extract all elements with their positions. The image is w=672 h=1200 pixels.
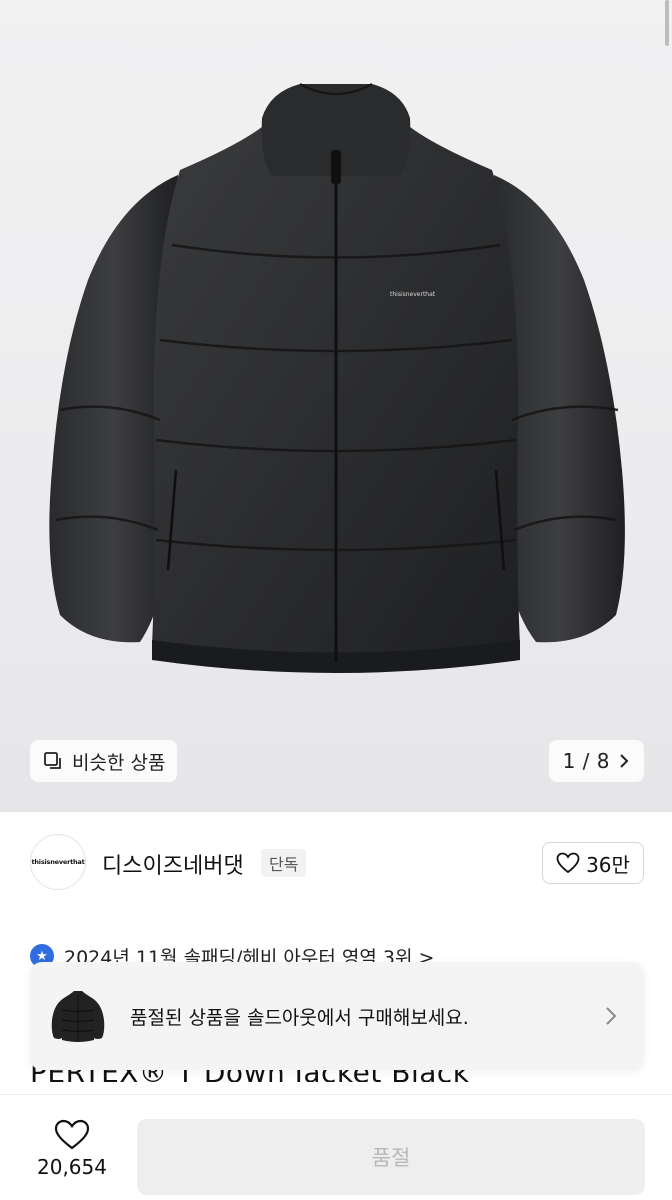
soldout-banner-text: 품절된 상품을 솔드아웃에서 구매해보세요. [130, 1006, 469, 1029]
similar-products-button[interactable]: 비슷한 상품 [30, 740, 178, 782]
brand-exclusive-tag: 단독 [261, 849, 307, 877]
jacket-thumbnail-image [42, 980, 114, 1052]
wishlist-button[interactable]: 20,654 [26, 1119, 118, 1179]
soldout-purchase-button[interactable]: 품절 [137, 1119, 645, 1195]
brand-name[interactable]: 디스이즈네버댓 [102, 848, 244, 880]
similar-products-label: 비슷한 상품 [72, 751, 166, 774]
wishlist-count: 20,654 [37, 1155, 107, 1179]
jacket-chest-logo: thisisneverthat [390, 291, 436, 298]
bottom-action-bar: 20,654 품절 [0, 1094, 672, 1200]
product-image-carousel[interactable]: thisisneverthat 비슷한 상품 1 / 8 [0, 0, 672, 812]
image-pager-count: 1 / 8 [562, 749, 610, 773]
soldout-banner[interactable]: 품절된 상품을 솔드아웃에서 구매해보세요. [30, 962, 644, 1070]
soldout-product-thumbnail [42, 980, 114, 1052]
heart-icon [556, 852, 580, 874]
brand-like-count: 36만 [586, 852, 630, 877]
brand-row: thisisneverthat 디스이즈네버댓 단독 36만 [0, 812, 672, 930]
image-pager[interactable]: 1 / 8 [548, 740, 644, 782]
brand-logo[interactable]: thisisneverthat [30, 834, 86, 890]
heart-icon [54, 1119, 90, 1150]
brand-logo-text: thisisneverthat [31, 858, 85, 866]
chevron-right-icon [620, 754, 629, 768]
copy-icon [44, 752, 61, 769]
product-image-jacket: thisisneverthat [49, 83, 625, 673]
brand-like-button[interactable]: 36만 [542, 842, 644, 884]
chevron-right-icon [606, 1007, 617, 1025]
